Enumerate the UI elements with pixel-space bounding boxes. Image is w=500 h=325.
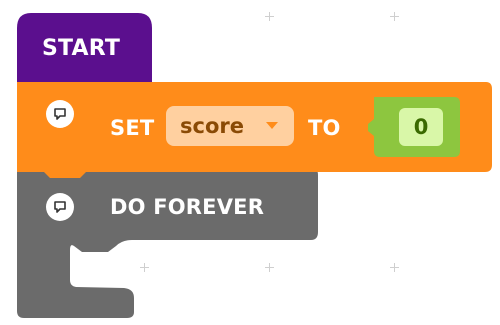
- start-block-label: START: [42, 36, 121, 61]
- set-label: SET: [110, 116, 155, 140]
- comment-glyph: [54, 108, 66, 120]
- comment-icon[interactable]: [46, 100, 74, 128]
- forever-block-shape[interactable]: [17, 168, 318, 318]
- forever-block-label: DO FOREVER: [110, 195, 265, 219]
- comment-icon[interactable]: [46, 193, 74, 221]
- variable-name: score: [180, 114, 244, 138]
- number-value: 0: [413, 115, 429, 139]
- to-label: TO: [308, 116, 341, 140]
- variable-dropdown[interactable]: score: [166, 106, 294, 146]
- number-input[interactable]: 0: [399, 108, 443, 146]
- comment-glyph: [54, 201, 66, 213]
- caret-down-icon: [266, 122, 278, 129]
